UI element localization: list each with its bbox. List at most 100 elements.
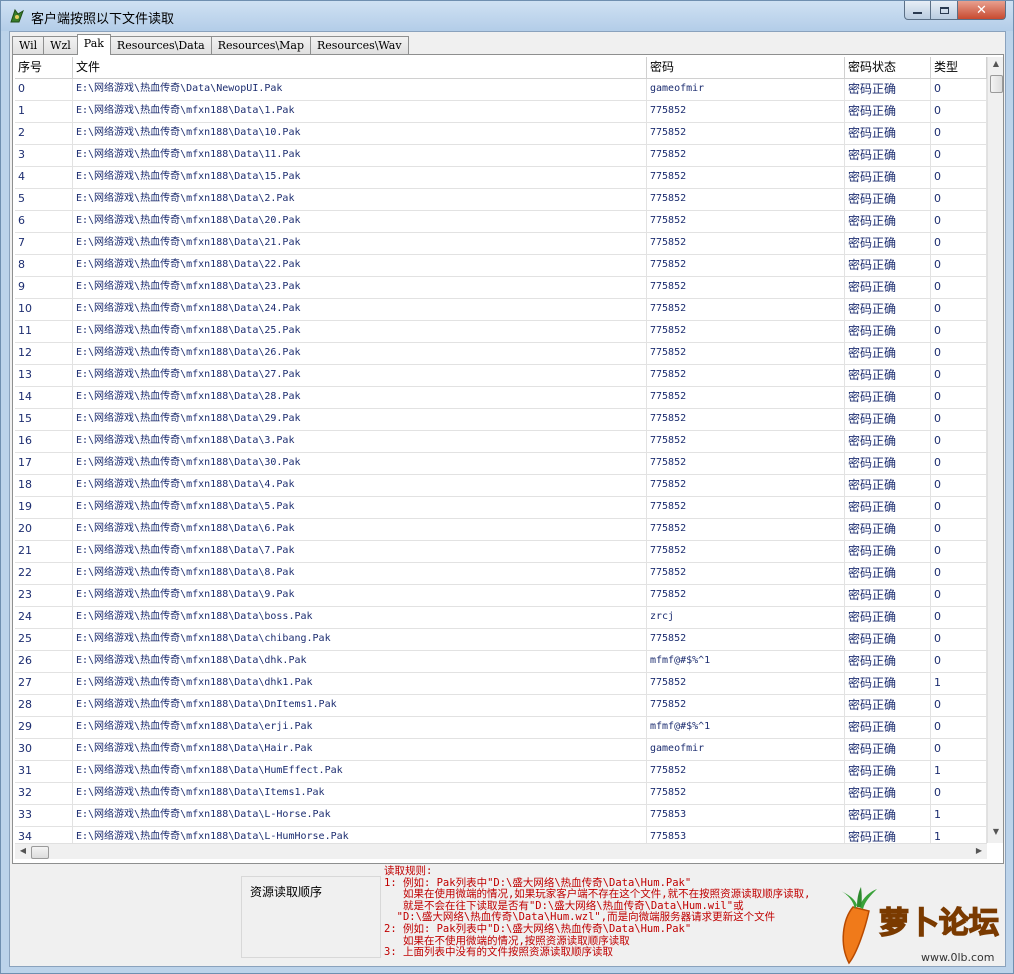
cell-file: E:\网络游戏\热血传奇\mfxn188\Data\HumEffect.Pak: [73, 761, 647, 782]
tab-4[interactable]: Resources\Map: [210, 36, 311, 54]
scroll-down-icon[interactable]: ▼: [988, 827, 1004, 836]
table-row[interactable]: 30 E:\网络游戏\热血传奇\mfxn188\Data\Hair.Pak game…: [15, 739, 987, 761]
cell-index: 4: [15, 167, 73, 188]
vertical-scroll-thumb[interactable]: [990, 75, 1003, 93]
table-row[interactable]: 4 E:\网络游戏\热血传奇\mfxn188\Data\15.Pak 775852 密…: [15, 167, 987, 189]
cell-file: E:\网络游戏\热血传奇\mfxn188\Data\11.Pak: [73, 145, 647, 166]
table-row[interactable]: 27 E:\网络游戏\热血传奇\mfxn188\Data\dhk1.Pak 7758…: [15, 673, 987, 695]
table-row[interactable]: 32 E:\网络游戏\热血传奇\mfxn188\Data\Items1.Pak 77…: [15, 783, 987, 805]
table-row[interactable]: 21 E:\网络游戏\热血传奇\mfxn188\Data\7.Pak 775852 密…: [15, 541, 987, 563]
cell-password-status: 密码正确: [845, 541, 931, 562]
cell-password-status: 密码正确: [845, 783, 931, 804]
scroll-left-icon[interactable]: ◀: [15, 846, 31, 855]
table-row[interactable]: 23 E:\网络游戏\热血传奇\mfxn188\Data\9.Pak 775852 密…: [15, 585, 987, 607]
cell-type: 0: [931, 453, 987, 474]
table-row[interactable]: 18 E:\网络游戏\热血传奇\mfxn188\Data\4.Pak 775852 密…: [15, 475, 987, 497]
cell-file: E:\网络游戏\热血传奇\mfxn188\Data\9.Pak: [73, 585, 647, 606]
tab-2[interactable]: Pak: [76, 34, 111, 55]
resource-order-box[interactable]: 资源读取顺序: [241, 876, 381, 958]
table-row[interactable]: 28 E:\网络游戏\热血传奇\mfxn188\Data\DnItems1.Pak…: [15, 695, 987, 717]
horizontal-scrollbar[interactable]: ◀ ▶: [15, 843, 987, 859]
column-header-password-status[interactable]: 密码状态: [845, 57, 931, 78]
table-row[interactable]: 34 E:\网络游戏\热血传奇\mfxn188\Data\L-HumHorse.P…: [15, 827, 987, 843]
cell-password-status: 密码正确: [845, 409, 931, 430]
tab-3[interactable]: Resources\Data: [109, 36, 212, 54]
cell-password-status: 密码正确: [845, 431, 931, 452]
column-header-file[interactable]: 文件: [73, 57, 647, 78]
table-row[interactable]: 16 E:\网络游戏\热血传奇\mfxn188\Data\3.Pak 775852 密…: [15, 431, 987, 453]
cell-password-status: 密码正确: [845, 233, 931, 254]
tab-0[interactable]: Wil: [12, 36, 45, 54]
watermark-logo-text: 萝卜论坛: [879, 906, 999, 941]
table-row[interactable]: 19 E:\网络游戏\热血传奇\mfxn188\Data\5.Pak 775852 密…: [15, 497, 987, 519]
cell-password: 775852: [647, 783, 845, 804]
table-row[interactable]: 20 E:\网络游戏\热血传奇\mfxn188\Data\6.Pak 775852 密…: [15, 519, 987, 541]
title-bar[interactable]: 客户端按照以下文件读取 ✕: [1, 1, 1013, 31]
cell-password: 775853: [647, 805, 845, 826]
table-row[interactable]: 26 E:\网络游戏\热血传奇\mfxn188\Data\dhk.Pak mfmf@…: [15, 651, 987, 673]
table-row[interactable]: 33 E:\网络游戏\热血传奇\mfxn188\Data\L-Horse.Pak 7…: [15, 805, 987, 827]
minimize-button[interactable]: [904, 1, 931, 20]
cell-password: 775852: [647, 101, 845, 122]
cell-password: 775852: [647, 233, 845, 254]
close-button[interactable]: ✕: [957, 1, 1006, 20]
tab-5[interactable]: Resources\Wav: [310, 36, 409, 54]
table-row[interactable]: 2 E:\网络游戏\热血传奇\mfxn188\Data\10.Pak 775852 密…: [15, 123, 987, 145]
cell-password: 775852: [647, 519, 845, 540]
table-row[interactable]: 8 E:\网络游戏\热血传奇\mfxn188\Data\22.Pak 775852 密…: [15, 255, 987, 277]
table-row[interactable]: 22 E:\网络游戏\热血传奇\mfxn188\Data\8.Pak 775852 密…: [15, 563, 987, 585]
maximize-button[interactable]: [930, 1, 958, 20]
cell-type: 0: [931, 387, 987, 408]
table-row[interactable]: 7 E:\网络游戏\热血传奇\mfxn188\Data\21.Pak 775852 密…: [15, 233, 987, 255]
tab-1[interactable]: Wzl: [43, 36, 78, 54]
cell-type: 0: [931, 145, 987, 166]
cell-password-status: 密码正确: [845, 475, 931, 496]
table-row[interactable]: 31 E:\网络游戏\热血传奇\mfxn188\Data\HumEffect.Pa…: [15, 761, 987, 783]
cell-password-status: 密码正确: [845, 101, 931, 122]
table-row[interactable]: 24 E:\网络游戏\热血传奇\mfxn188\Data\boss.Pak zrcj…: [15, 607, 987, 629]
cell-index: 23: [15, 585, 73, 606]
column-header-password[interactable]: 密码: [647, 57, 845, 78]
cell-index: 33: [15, 805, 73, 826]
cell-type: 0: [931, 519, 987, 540]
cell-type: 0: [931, 321, 987, 342]
cell-file: E:\网络游戏\热血传奇\mfxn188\Data\4.Pak: [73, 475, 647, 496]
cell-type: 0: [931, 497, 987, 518]
table-row[interactable]: 15 E:\网络游戏\热血传奇\mfxn188\Data\29.Pak 775852…: [15, 409, 987, 431]
cell-type: 0: [931, 585, 987, 606]
cell-password: zrcj: [647, 607, 845, 628]
cell-file: E:\网络游戏\热血传奇\mfxn188\Data\2.Pak: [73, 189, 647, 210]
table-row[interactable]: 0 E:\网络游戏\热血传奇\Data\NewopUI.Pak gameofmir 密…: [15, 79, 987, 101]
scroll-up-icon[interactable]: ▲: [988, 59, 1004, 68]
cell-password-status: 密码正确: [845, 79, 931, 100]
table-row[interactable]: 3 E:\网络游戏\热血传奇\mfxn188\Data\11.Pak 775852 密…: [15, 145, 987, 167]
table-row[interactable]: 13 E:\网络游戏\热血传奇\mfxn188\Data\27.Pak 775852…: [15, 365, 987, 387]
table-row[interactable]: 1 E:\网络游戏\热血传奇\mfxn188\Data\1.Pak 775852 密码…: [15, 101, 987, 123]
table-row[interactable]: 5 E:\网络游戏\热血传奇\mfxn188\Data\2.Pak 775852 密码…: [15, 189, 987, 211]
column-header-type[interactable]: 类型: [931, 57, 987, 78]
scroll-right-icon[interactable]: ▶: [971, 846, 987, 855]
cell-index: 13: [15, 365, 73, 386]
table-row[interactable]: 14 E:\网络游戏\热血传奇\mfxn188\Data\28.Pak 775852…: [15, 387, 987, 409]
table-row[interactable]: 12 E:\网络游戏\热血传奇\mfxn188\Data\26.Pak 775852…: [15, 343, 987, 365]
table-row[interactable]: 6 E:\网络游戏\热血传奇\mfxn188\Data\20.Pak 775852 密…: [15, 211, 987, 233]
table-row[interactable]: 11 E:\网络游戏\热血传奇\mfxn188\Data\25.Pak 775852…: [15, 321, 987, 343]
cell-password: 775852: [647, 365, 845, 386]
cell-password-status: 密码正确: [845, 123, 931, 144]
cell-index: 20: [15, 519, 73, 540]
table-row[interactable]: 29 E:\网络游戏\热血传奇\mfxn188\Data\erji.Pak mfmf…: [15, 717, 987, 739]
cell-password: 775852: [647, 761, 845, 782]
cell-file: E:\网络游戏\热血传奇\mfxn188\Data\6.Pak: [73, 519, 647, 540]
maximize-icon: [939, 6, 949, 14]
table-row[interactable]: 9 E:\网络游戏\热血传奇\mfxn188\Data\23.Pak 775852 密…: [15, 277, 987, 299]
column-header-index[interactable]: 序号: [15, 57, 73, 78]
table-row[interactable]: 25 E:\网络游戏\热血传奇\mfxn188\Data\chibang.Pak 7…: [15, 629, 987, 651]
table-row[interactable]: 17 E:\网络游戏\热血传奇\mfxn188\Data\30.Pak 775852…: [15, 453, 987, 475]
cell-index: 0: [15, 79, 73, 100]
vertical-scrollbar[interactable]: ▲ ▼: [987, 57, 1003, 843]
horizontal-scroll-thumb[interactable]: [31, 846, 49, 859]
rule-line: 2: 例如: Pak列表中"D:\盛大网络\热血传奇\Data\Hum.Pak": [384, 922, 692, 935]
file-list-grid[interactable]: 序号 文件 密码 密码状态 类型 0 E:\网络游戏\热血传奇\Data\NewopUI.…: [15, 57, 987, 843]
table-row[interactable]: 10 E:\网络游戏\热血传奇\mfxn188\Data\24.Pak 775852…: [15, 299, 987, 321]
watermark-url: www.0lb.com: [921, 951, 995, 964]
